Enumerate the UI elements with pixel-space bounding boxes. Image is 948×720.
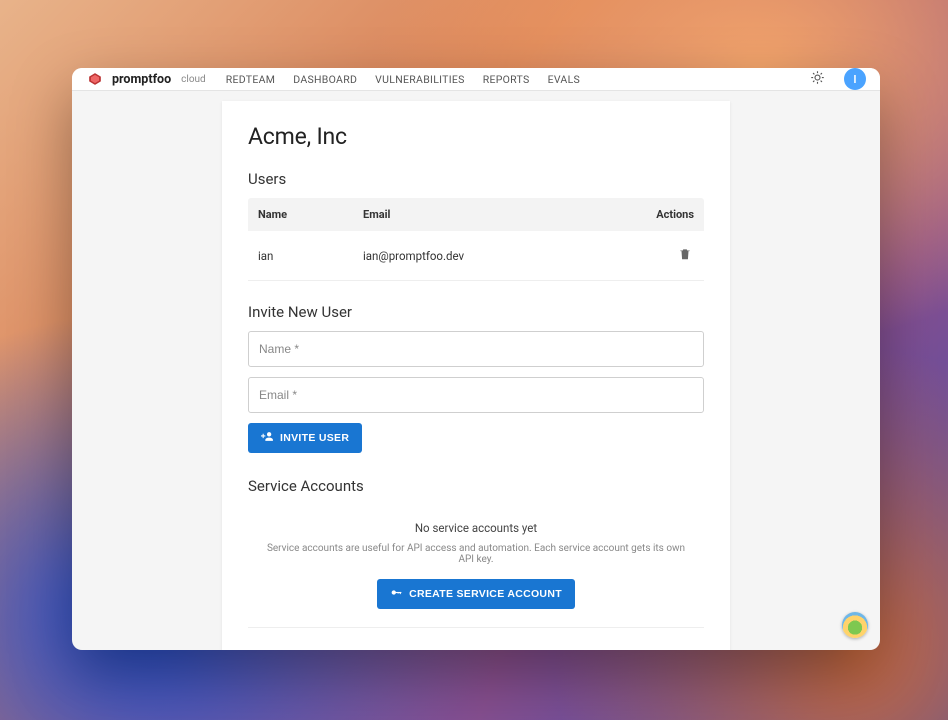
invite-section: Invite New User INVITE USER: [248, 303, 704, 453]
invite-user-button-label: INVITE USER: [280, 432, 349, 444]
brand-logo-icon: [88, 72, 102, 86]
service-accounts-empty-subtitle: Service accounts are useful for API acce…: [258, 543, 694, 565]
nav-item-evals[interactable]: EVALS: [548, 73, 581, 86]
service-accounts-empty-title: No service accounts yet: [258, 521, 694, 535]
users-col-actions: Actions: [634, 208, 694, 221]
service-accounts-empty-state: No service accounts yet Service accounts…: [248, 505, 704, 628]
avatar-initial: I: [853, 73, 856, 86]
nav-item-dashboard[interactable]: DASHBOARD: [293, 73, 357, 86]
nav-item-redteam[interactable]: REDTEAM: [226, 73, 276, 86]
org-title: Acme, Inc: [248, 123, 704, 150]
brand-name: promptfoo: [112, 72, 171, 87]
delete-user-button[interactable]: [676, 245, 694, 266]
user-name-cell: ian: [258, 249, 363, 263]
users-col-name: Name: [258, 208, 363, 221]
service-accounts-section: Service Accounts No service accounts yet…: [248, 477, 704, 628]
brand-tier: cloud: [181, 74, 206, 85]
nav-item-reports[interactable]: REPORTS: [483, 73, 530, 86]
trash-icon: [678, 249, 692, 264]
topbar: promptfoo cloud REDTEAM DASHBOARD VULNER…: [72, 68, 880, 91]
app-window: promptfoo cloud REDTEAM DASHBOARD VULNER…: [72, 68, 880, 650]
content-area: Acme, Inc Users Name Email Actions ian i…: [72, 91, 880, 650]
users-table-header: Name Email Actions: [248, 198, 704, 231]
invite-user-button[interactable]: INVITE USER: [248, 423, 362, 453]
person-add-icon: [261, 430, 274, 446]
org-card: Acme, Inc Users Name Email Actions ian i…: [222, 101, 730, 650]
nav-item-vulnerabilities[interactable]: VULNERABILITIES: [375, 73, 465, 86]
create-service-account-button[interactable]: CREATE SERVICE ACCOUNT: [377, 579, 575, 609]
invite-name-field[interactable]: [248, 331, 704, 367]
service-accounts-heading: Service Accounts: [248, 477, 704, 495]
avatar[interactable]: I: [844, 68, 866, 90]
key-icon: [390, 586, 403, 602]
desktop-background: promptfoo cloud REDTEAM DASHBOARD VULNER…: [0, 0, 948, 720]
users-heading: Users: [248, 170, 704, 188]
user-email-cell: ian@promptfoo.dev: [363, 249, 634, 263]
users-col-email: Email: [363, 208, 634, 221]
main-nav: REDTEAM DASHBOARD VULNERABILITIES REPORT…: [226, 73, 580, 86]
help-widget-icon[interactable]: [842, 612, 868, 638]
invite-email-field[interactable]: [248, 377, 704, 413]
create-service-account-button-label: CREATE SERVICE ACCOUNT: [409, 588, 562, 600]
sun-icon: [810, 70, 825, 89]
theme-toggle-button[interactable]: [806, 68, 828, 90]
invite-heading: Invite New User: [248, 303, 704, 321]
table-row: ian ian@promptfoo.dev: [248, 231, 704, 281]
